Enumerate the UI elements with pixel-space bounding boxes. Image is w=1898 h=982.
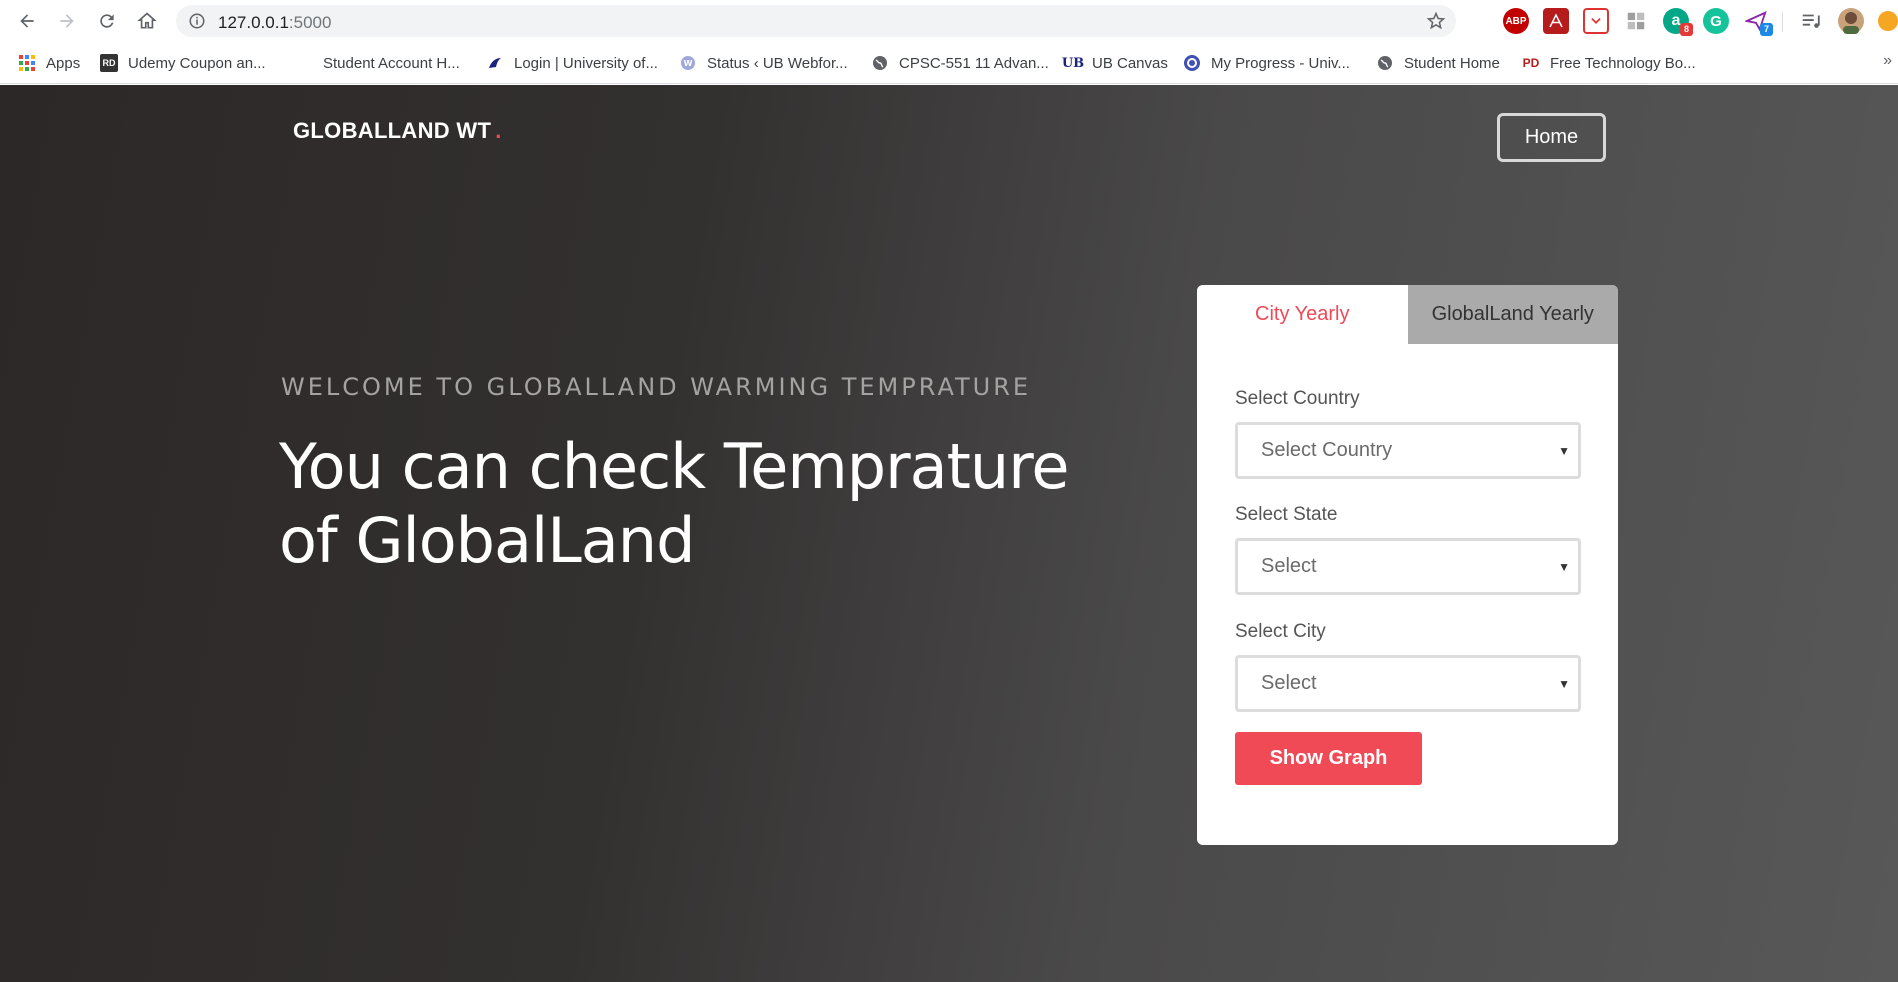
headline-line-2: of GlobalLand <box>279 504 695 577</box>
bookmarks-bar: Apps RD Udemy Coupon an... Student Accou… <box>0 42 1898 84</box>
globe-icon <box>871 54 889 72</box>
puzzle-extension-icon[interactable] <box>1623 8 1649 34</box>
wp-icon: W <box>679 54 697 72</box>
state-label: Select State <box>1235 504 1338 525</box>
bookmark-label: Login | University of... <box>514 54 658 72</box>
welcome-subtitle: WELCOME TO GLOBALLAND WARMING TEMPRATURE <box>281 373 1032 401</box>
pocket-extension-icon[interactable] <box>1583 8 1609 34</box>
bookmark-apps[interactable]: Apps <box>18 51 80 75</box>
info-icon <box>189 13 205 29</box>
bookmark-label: My Progress - Univ... <box>1211 54 1350 72</box>
tab-city-yearly[interactable]: City Yearly <box>1197 285 1408 344</box>
bookmarks-overflow-button[interactable]: » <box>1883 52 1892 70</box>
reload-icon <box>100 14 114 28</box>
bookmark-label: Free Technology Bo... <box>1550 54 1696 72</box>
city-select[interactable]: Select ▼ <box>1235 655 1581 712</box>
notification-icon[interactable] <box>1878 11 1898 31</box>
house-icon <box>137 12 157 29</box>
puzzle-icon <box>1627 12 1645 30</box>
chevron-down-icon: ▼ <box>1558 560 1570 574</box>
home-nav-button[interactable]: Home <box>1497 113 1606 162</box>
bookmark-cpsc[interactable]: CPSC-551 11 Advan... <box>871 51 1049 75</box>
url-text: 127.0.0.1:5000 <box>218 13 331 33</box>
state-select[interactable]: Select ▼ <box>1235 538 1581 595</box>
form-tabs: City Yearly GlobalLand Yearly <box>1197 285 1618 344</box>
forward-button[interactable] <box>52 6 82 36</box>
send-extension-icon[interactable]: 7 <box>1743 8 1773 36</box>
reload-button[interactable] <box>92 6 122 36</box>
back-button[interactable] <box>12 6 42 36</box>
progress-icon <box>1183 54 1201 72</box>
bird-icon <box>486 54 504 72</box>
media-control-icon[interactable] <box>1798 8 1824 34</box>
chevron-down-icon: ▼ <box>1558 444 1570 458</box>
toolbar-divider <box>1782 12 1783 32</box>
country-select-value: Select Country <box>1261 439 1393 461</box>
profile-avatar[interactable] <box>1838 8 1864 34</box>
brand-dot: . <box>495 118 502 143</box>
headline-line-1: You can check Temprature <box>279 430 1069 503</box>
bookmark-star-icon[interactable] <box>1426 11 1446 31</box>
bookmark-udemy[interactable]: RD Udemy Coupon an... <box>100 51 266 75</box>
country-select[interactable]: Select Country ▼ <box>1235 422 1581 479</box>
city-label: Select City <box>1235 621 1326 642</box>
svg-text:W: W <box>684 59 693 68</box>
playlist-icon <box>1802 14 1820 28</box>
adblock-icon[interactable]: ABP <box>1503 8 1529 34</box>
arrow-right-icon <box>60 14 74 28</box>
brand-logo[interactable]: GLOBALLAND WT. <box>293 118 502 144</box>
page-body: GLOBALLAND WT. Home WELCOME TO GLOBALLAN… <box>0 85 1898 982</box>
bookmark-login[interactable]: Login | University of... <box>486 51 658 75</box>
chevron-down-icon: ▼ <box>1558 677 1570 691</box>
send-extension-badge: 7 <box>1760 23 1773 36</box>
tab-globalland-yearly[interactable]: GlobalLand Yearly <box>1407 285 1618 344</box>
a-extension-icon[interactable]: a8 <box>1663 8 1693 36</box>
blank-icon <box>295 54 313 72</box>
acrobat-icon <box>1549 13 1563 28</box>
url-host: 127.0.0.1 <box>218 13 289 32</box>
grammarly-icon[interactable]: G <box>1703 8 1729 34</box>
url-port: :5000 <box>288 13 332 32</box>
city-select-value: Select <box>1261 672 1317 694</box>
a-extension-badge: 8 <box>1680 23 1693 36</box>
bookmark-student-home[interactable]: Student Home <box>1376 51 1500 75</box>
globe-icon <box>1376 54 1394 72</box>
home-browser-button[interactable] <box>132 6 162 36</box>
bookmark-label: Udemy Coupon an... <box>128 54 266 72</box>
arrow-left-icon <box>20 14 34 28</box>
pdf-extension-icon[interactable] <box>1543 8 1569 34</box>
country-label: Select Country <box>1235 388 1360 409</box>
state-select-value: Select <box>1261 555 1317 577</box>
pocket-icon <box>1591 18 1601 24</box>
rd-icon: RD <box>100 54 118 72</box>
ub-icon: UB <box>1061 55 1085 71</box>
adblock-label: ABP <box>1505 15 1527 27</box>
hero-headline: You can check Temprature of GlobalLand <box>279 430 1079 578</box>
bookmark-ub-canvas[interactable]: UB UB Canvas <box>1061 51 1168 75</box>
show-graph-button[interactable]: Show Graph <box>1235 732 1422 785</box>
bookmark-label: Status ‹ UB Webfor... <box>707 54 848 72</box>
bookmark-label: UB Canvas <box>1092 54 1168 72</box>
bookmark-my-progress[interactable]: My Progress - Univ... <box>1183 51 1350 75</box>
bookmark-label: Student Account H... <box>323 54 460 72</box>
brand-text: GLOBALLAND WT <box>293 118 492 143</box>
address-bar[interactable]: 127.0.0.1:5000 <box>176 5 1456 37</box>
temperature-form-card: City Yearly GlobalLand Yearly Select Cou… <box>1197 285 1618 845</box>
grammarly-label: G <box>1710 12 1722 30</box>
bookmark-student-account[interactable]: Student Account H... <box>295 51 460 75</box>
bookmark-free-tech-books[interactable]: PD Free Technology Bo... <box>1522 51 1696 75</box>
pd-icon: PD <box>1522 56 1540 70</box>
bookmark-label: Student Home <box>1404 54 1500 72</box>
browser-toolbar: 127.0.0.1:5000 ABP a8 G 7 <box>0 0 1898 42</box>
apps-grid-icon <box>18 54 36 72</box>
bookmark-status[interactable]: W Status ‹ UB Webfor... <box>679 51 848 75</box>
bookmark-label: Apps <box>46 54 81 72</box>
bookmark-label: CPSC-551 11 Advan... <box>899 54 1049 72</box>
avatar-icon <box>1843 12 1859 34</box>
